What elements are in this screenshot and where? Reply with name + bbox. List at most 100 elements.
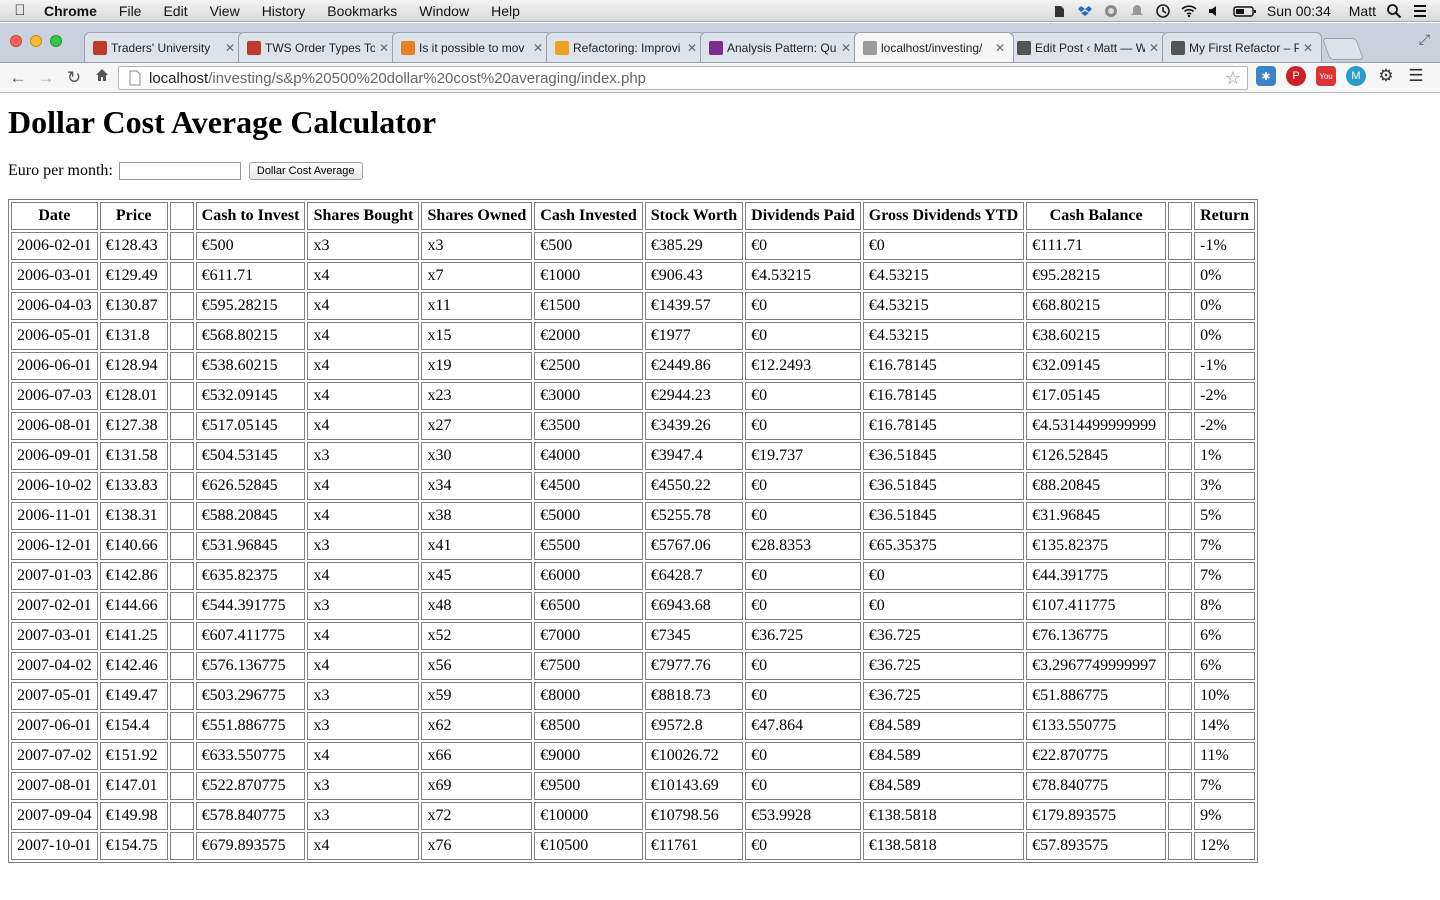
tab-close-icon[interactable]: ✕ — [225, 41, 235, 55]
sync-icon[interactable] — [1103, 3, 1119, 19]
cell-cash-balance: €111.71 — [1026, 232, 1167, 260]
table-row: 2006-02-01 €128.43 €500 x3 x3 €500 €385.29 €0 €0… — [11, 232, 1256, 260]
tab-close-icon[interactable]: ✕ — [1303, 41, 1313, 55]
menu-edit[interactable]: Edit — [152, 3, 198, 19]
cell-stock-worth: €5255.78 — [644, 502, 744, 530]
cell-blank-1 — [169, 802, 194, 830]
cell-shares-owned: x72 — [421, 802, 533, 830]
tab-3[interactable]: Is it possible to mov ✕ — [392, 32, 552, 62]
tab-2[interactable]: TWS Order Types To ✕ — [238, 32, 398, 62]
cell-date: 2006-11-01 — [11, 502, 98, 530]
m-extension-icon[interactable]: M — [1346, 66, 1366, 86]
notification-bell-icon[interactable] — [1129, 3, 1145, 19]
menu-app[interactable]: Chrome — [40, 3, 108, 19]
cell-cash-to-invest: €538.60215 — [195, 352, 306, 380]
menu-view[interactable]: View — [199, 3, 251, 19]
cell-gross-dividends-ytd: €138.5818 — [862, 802, 1025, 830]
tab-close-icon[interactable]: ✕ — [1149, 41, 1159, 55]
pinterest-icon[interactable]: P — [1286, 66, 1306, 86]
cell-return: 0% — [1194, 262, 1256, 290]
tab-close-icon[interactable]: ✕ — [533, 41, 543, 55]
cell-gross-dividends-ytd: €36.725 — [862, 682, 1025, 710]
tab-close-icon[interactable]: ✕ — [995, 41, 1005, 55]
cell-cash-balance: €17.05145 — [1026, 382, 1167, 410]
header-cash-invested: Cash Invested — [534, 202, 643, 230]
cell-gross-dividends-ytd: €16.78145 — [862, 412, 1025, 440]
menubar-user[interactable]: Matt — [1349, 3, 1376, 19]
cell-shares-bought: x4 — [307, 652, 420, 680]
menubar-clock[interactable]: Sun 00:34 — [1267, 3, 1331, 19]
table-row: 2006-05-01 €131.8 €568.80215 x4 x15 €2000 €197… — [11, 322, 1256, 350]
window-close-button[interactable] — [10, 35, 22, 47]
cell-shares-owned: x69 — [421, 772, 533, 800]
evernote-icon[interactable] — [1051, 3, 1067, 19]
euro-per-month-input[interactable] — [118, 162, 241, 180]
window-minimize-button[interactable] — [30, 35, 42, 47]
address-bar[interactable]: localhost/investing/s&p%20500%20dollar%2… — [118, 66, 1248, 90]
fullscreen-icon[interactable]: ⤢ — [1419, 31, 1430, 48]
table-row: 2006-04-03 €130.87 €595.28215 x4 x11 €1500 €14… — [11, 292, 1256, 320]
cell-shares-bought: x4 — [307, 262, 420, 290]
cell-cash-to-invest: €576.136775 — [195, 652, 306, 680]
tab-7[interactable]: Edit Post ‹ Matt — W ✕ — [1008, 32, 1168, 62]
tab-6[interactable]: localhost/investing/ ✕ — [854, 32, 1014, 62]
menu-history[interactable]: History — [251, 3, 317, 19]
apple-menu-icon[interactable]:  — [0, 2, 40, 19]
home-button[interactable] — [88, 67, 116, 88]
menu-file[interactable]: File — [108, 3, 153, 19]
header-dividends-paid: Dividends Paid — [745, 202, 861, 230]
tab-4[interactable]: Refactoring: Improvi ✕ — [546, 32, 706, 62]
menu-help[interactable]: Help — [480, 3, 531, 19]
reload-button[interactable]: ↻ — [60, 68, 88, 88]
cell-return: 10% — [1194, 682, 1256, 710]
menu-bookmarks[interactable]: Bookmarks — [316, 3, 408, 19]
back-button[interactable]: ← — [4, 68, 32, 88]
youtube-extension-icon[interactable]: You — [1316, 66, 1336, 86]
cell-shares-bought: x4 — [307, 382, 420, 410]
cell-blank-2 — [1168, 682, 1193, 710]
dollar-cost-average-button[interactable]: Dollar Cost Average — [248, 162, 363, 180]
window-zoom-button[interactable] — [50, 35, 62, 47]
spotlight-search-icon[interactable] — [1386, 3, 1402, 19]
header-gross-dividends-ytd: Gross Dividends YTD — [862, 202, 1025, 230]
cell-cash-invested: €1000 — [534, 262, 643, 290]
cell-cash-invested: €5000 — [534, 502, 643, 530]
battery-icon[interactable] — [1233, 3, 1257, 19]
bookmark-star-icon[interactable]: ☆ — [1225, 68, 1241, 89]
dropbox-icon[interactable] — [1077, 3, 1093, 19]
table-row: 2006-09-01 €131.58 €504.53145 x3 x30 €4000 €39… — [11, 442, 1256, 470]
cell-cash-invested: €3000 — [534, 382, 643, 410]
wifi-icon[interactable] — [1181, 3, 1197, 19]
tab-1[interactable]: Traders' University ✕ — [84, 32, 244, 62]
cell-shares-owned: x48 — [421, 592, 533, 620]
cell-return: 0% — [1194, 292, 1256, 320]
cell-dividends-paid: €4.53215 — [745, 262, 861, 290]
cell-price: €140.66 — [99, 532, 168, 560]
table-row: 2007-10-01 €154.75 €679.893575 x4 x76 €10500 €… — [11, 832, 1256, 860]
tab-5[interactable]: Analysis Pattern: Qu ✕ — [700, 32, 860, 62]
settings-gear-icon[interactable]: ⚙ — [1376, 66, 1396, 86]
cell-return: 7% — [1194, 562, 1256, 590]
cell-blank-2 — [1168, 772, 1193, 800]
notification-center-icon[interactable] — [1412, 3, 1428, 19]
cell-stock-worth: €4550.22 — [644, 472, 744, 500]
new-tab-button[interactable] — [1321, 38, 1365, 60]
tab-close-icon[interactable]: ✕ — [687, 41, 697, 55]
tab-label: My First Refactor – P — [1189, 40, 1299, 55]
puzzle-extension-icon[interactable]: ✱ — [1256, 66, 1276, 86]
cell-gross-dividends-ytd: €16.78145 — [862, 352, 1025, 380]
cell-dividends-paid: €0 — [745, 472, 861, 500]
tab-8[interactable]: My First Refactor – P ✕ — [1162, 32, 1322, 62]
cell-cash-invested: €7500 — [534, 652, 643, 680]
time-machine-icon[interactable] — [1155, 3, 1171, 19]
menu-window[interactable]: Window — [408, 3, 480, 19]
volume-icon[interactable] — [1207, 3, 1223, 19]
tab-close-icon[interactable]: ✕ — [841, 41, 851, 55]
cell-cash-invested: €9000 — [534, 742, 643, 770]
cell-stock-worth: €7345 — [644, 622, 744, 650]
tab-close-icon[interactable]: ✕ — [379, 41, 389, 55]
chrome-menu-icon[interactable]: ☰ — [1406, 66, 1426, 86]
cell-price: €142.86 — [99, 562, 168, 590]
forward-button[interactable]: → — [32, 68, 60, 88]
cell-gross-dividends-ytd: €0 — [862, 592, 1025, 620]
